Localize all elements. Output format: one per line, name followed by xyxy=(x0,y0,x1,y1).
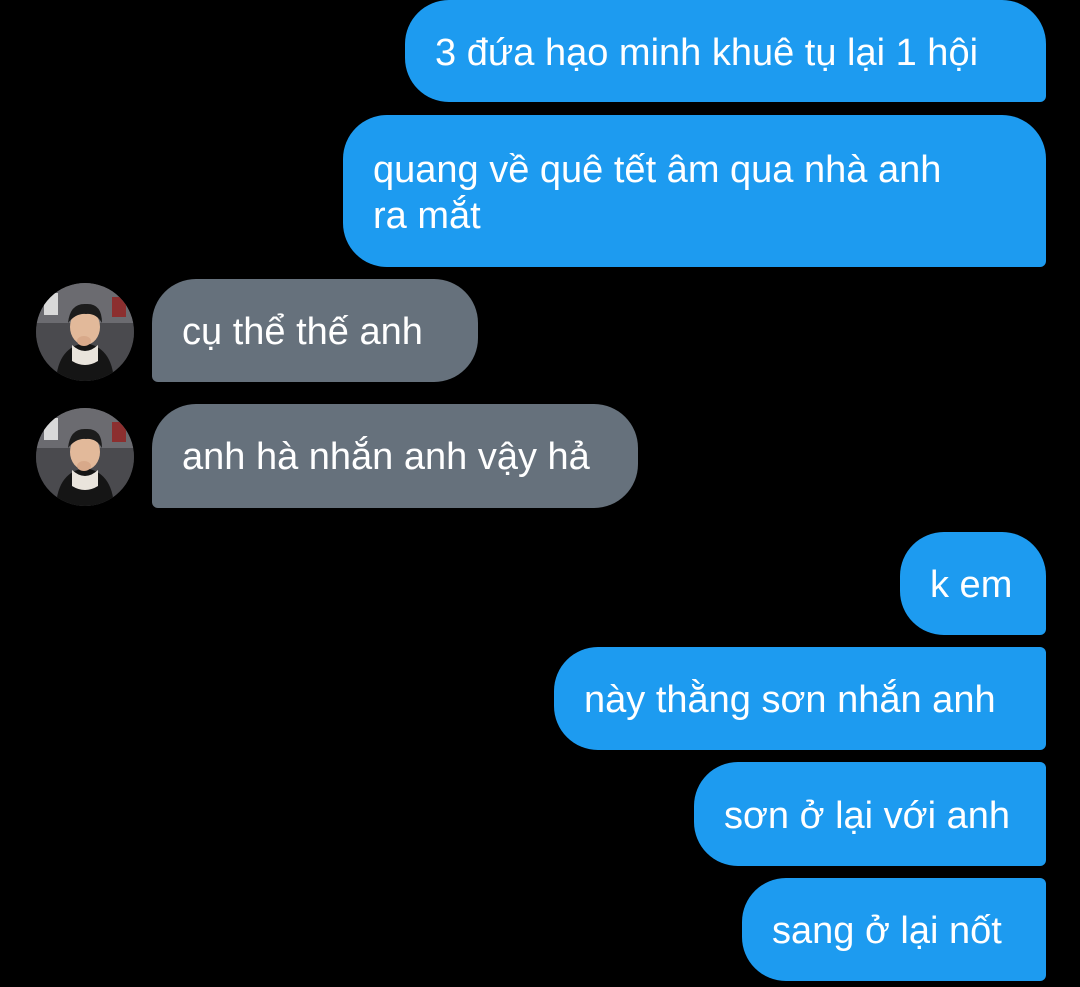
message-text: k em xyxy=(930,564,1013,606)
incoming-message[interactable]: anh hà nhắn anh vậy hả xyxy=(152,404,638,508)
message-text: này thằng sơn nhắn anh xyxy=(584,679,996,721)
contact-avatar[interactable] xyxy=(36,283,134,381)
message-text: sơn ở lại với anh xyxy=(724,795,1010,837)
message-text-line: ra mắt xyxy=(373,195,481,237)
message-text: 3 đứa hạo minh khuê tụ lại 1 hội xyxy=(435,32,979,74)
message-text-line: quang về quê tết âm qua nhà anh xyxy=(373,149,942,191)
avatar-photo-icon xyxy=(36,408,134,506)
outgoing-message[interactable]: này thằng sơn nhắn anh xyxy=(554,647,1046,750)
avatar-photo-icon xyxy=(36,283,134,381)
outgoing-message[interactable]: sang ở lại nốt xyxy=(742,878,1046,981)
outgoing-message[interactable]: 3 đứa hạo minh khuê tụ lại 1 hội xyxy=(405,0,1046,102)
incoming-message[interactable]: cụ thể thế anh xyxy=(152,279,478,382)
message-text: sang ở lại nốt xyxy=(772,910,1002,952)
outgoing-message[interactable]: sơn ở lại với anh xyxy=(694,762,1046,866)
contact-avatar[interactable] xyxy=(36,408,134,506)
message-text: cụ thể thế anh xyxy=(182,311,423,353)
message-text: anh hà nhắn anh vậy hả xyxy=(182,436,590,478)
outgoing-message[interactable]: k em xyxy=(900,532,1046,635)
outgoing-message[interactable]: quang về quê tết âm qua nhà anh ra mắt xyxy=(343,115,1046,267)
